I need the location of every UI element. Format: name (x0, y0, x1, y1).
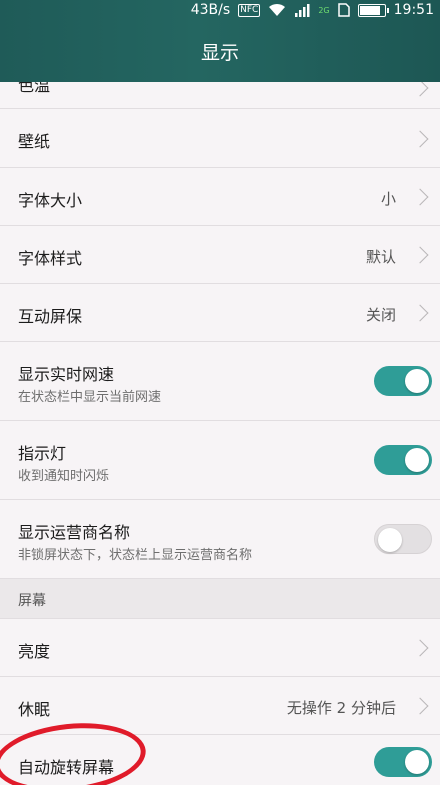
setting-carrier-name: 显示运营商名称 非锁屏状态下，状态栏上显示运营商名称 (0, 500, 440, 579)
setting-font-style[interactable]: 字体样式 默认 (0, 226, 440, 284)
setting-auto-rotate: 自动旋转屏幕 (0, 735, 440, 785)
setting-label: 自动旋转屏幕 (18, 758, 115, 777)
setting-color-temp[interactable]: 色温 (0, 82, 440, 109)
indicator-light-toggle[interactable] (374, 445, 432, 475)
setting-font-size[interactable]: 字体大小 小 (0, 168, 440, 226)
chevron-right-icon (411, 304, 429, 322)
signal-icon (294, 3, 310, 17)
clock: 19:51 (393, 2, 434, 18)
setting-label: 字体大小 (18, 191, 83, 210)
chevron-right-icon (411, 188, 429, 206)
settings-list: 色温 壁纸 字体大小 小 字体样式 默认 互动屏保 关闭 显示实时网速 在状态栏… (0, 82, 440, 785)
setting-label: 显示运营商名称 (18, 523, 131, 542)
setting-brightness[interactable]: 亮度 (0, 619, 440, 677)
setting-indicator-light: 指示灯 收到通知时闪烁 (0, 421, 440, 500)
wifi-icon (268, 3, 286, 17)
setting-value: 小 (380, 190, 396, 208)
setting-label: 指示灯 (18, 444, 67, 463)
setting-description: 非锁屏状态下，状态栏上显示运营商名称 (18, 548, 253, 563)
app-header: 43B/s NFC 2G 19:51 显示 (0, 0, 440, 82)
nfc-icon: NFC (238, 3, 261, 17)
section-label: 屏幕 (18, 593, 46, 609)
setting-network-speed: 显示实时网速 在状态栏中显示当前网速 (0, 342, 440, 421)
setting-description: 收到通知时闪烁 (18, 469, 110, 484)
network-type: 2G (318, 5, 330, 15)
sim-icon (337, 3, 350, 17)
chevron-right-icon (411, 130, 429, 148)
setting-label: 休眠 (18, 700, 51, 719)
setting-label: 互动屏保 (18, 307, 83, 326)
setting-screensaver[interactable]: 互动屏保 关闭 (0, 284, 440, 342)
setting-label: 壁纸 (18, 132, 51, 151)
setting-value: 关闭 (365, 306, 396, 324)
chevron-right-icon (411, 246, 429, 264)
setting-wallpaper[interactable]: 壁纸 (0, 109, 440, 168)
network-speed: 43B/s (190, 2, 231, 18)
setting-value: 默认 (365, 248, 396, 266)
setting-label: 显示实时网速 (18, 365, 115, 384)
battery-icon (357, 3, 389, 17)
carrier-name-toggle[interactable] (374, 524, 432, 554)
setting-label: 色温 (18, 82, 51, 95)
toggle-knob (405, 448, 429, 472)
section-header-screen: 屏幕 (0, 579, 440, 619)
status-bar: 43B/s NFC 2G 19:51 (0, 0, 440, 20)
toggle-knob (405, 750, 429, 774)
page-title: 显示 (200, 42, 239, 64)
chevron-right-icon (411, 697, 429, 715)
setting-sleep[interactable]: 休眠 无操作 2 分钟后 (0, 677, 440, 735)
chevron-right-icon (411, 639, 429, 657)
setting-description: 在状态栏中显示当前网速 (18, 390, 162, 405)
chevron-right-icon (411, 82, 429, 97)
network-speed-toggle[interactable] (374, 366, 432, 396)
auto-rotate-toggle[interactable] (374, 747, 432, 777)
toggle-knob (378, 528, 402, 552)
setting-label: 亮度 (18, 642, 51, 661)
setting-value: 无操作 2 分钟后 (286, 699, 396, 717)
setting-label: 字体样式 (18, 249, 83, 268)
toggle-knob (405, 369, 429, 393)
